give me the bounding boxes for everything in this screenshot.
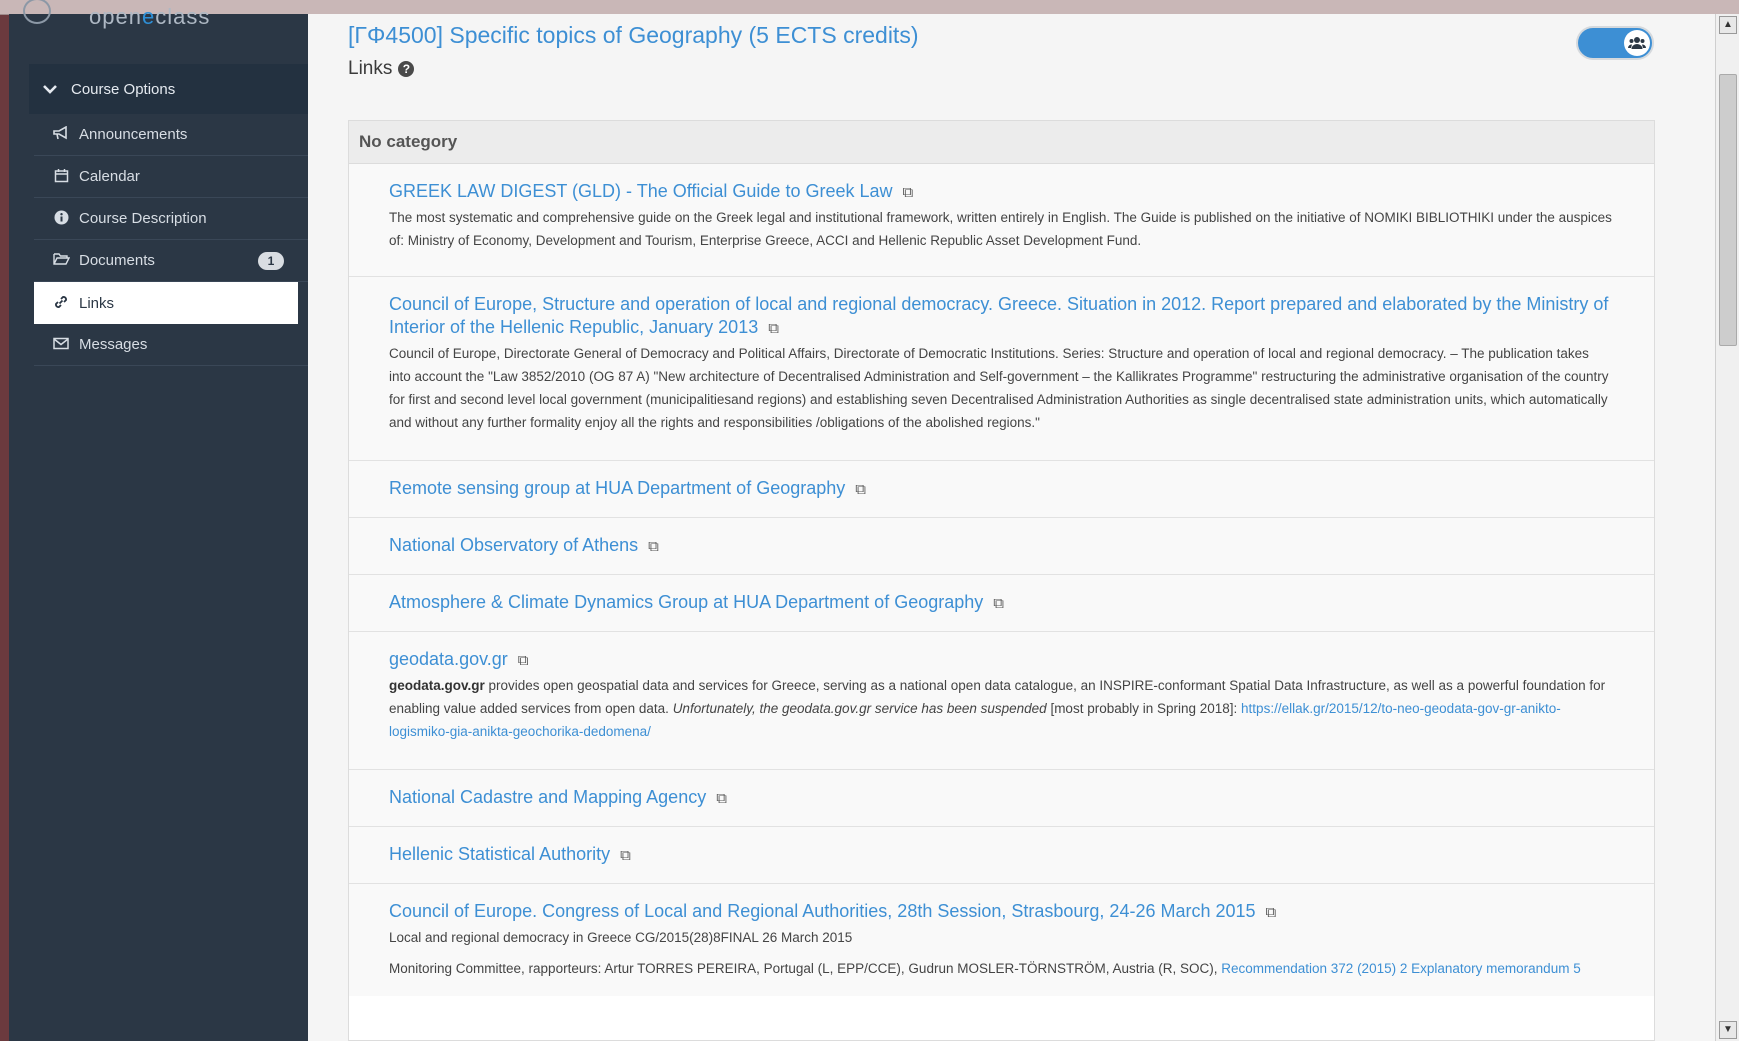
sidebar-item-label: Course Description bbox=[79, 210, 207, 227]
view-toggle-switch[interactable] bbox=[1576, 26, 1654, 60]
link-item: Hellenic Statistical Authority ⧉ bbox=[349, 827, 1654, 884]
external-link-icon[interactable]: ⧉ bbox=[768, 317, 779, 340]
app-window: openeclass Course Options Announcements … bbox=[9, 0, 1715, 1041]
link-title[interactable]: GREEK LAW DIGEST (GLD) - The Official Gu… bbox=[389, 180, 1614, 204]
links-panel: No category GREEK LAW DIGEST (GLD) - The… bbox=[348, 120, 1655, 1041]
chevron-down-icon bbox=[43, 81, 57, 97]
external-link-icon[interactable]: ⧉ bbox=[716, 787, 727, 810]
sidebar-item-label: Links bbox=[79, 294, 115, 312]
page-subtitle: Links ? bbox=[348, 58, 415, 80]
logo-text-open: open bbox=[89, 4, 142, 29]
link-title[interactable]: Council of Europe. Congress of Local and… bbox=[389, 900, 1614, 924]
link-title[interactable]: National Cadastre and Mapping Agency ⧉ bbox=[389, 786, 1614, 810]
link-description: Council of Europe, Directorate General o… bbox=[389, 346, 1609, 430]
link-title[interactable]: geodata.gov.gr ⧉ bbox=[389, 648, 1614, 672]
link-item: Atmosphere & Climate Dynamics Group at H… bbox=[349, 575, 1654, 632]
recommendation-link[interactable]: Recommendation 372 (2015) 2 bbox=[1221, 961, 1407, 976]
sidebar-item-messages[interactable]: Messages bbox=[34, 324, 308, 366]
external-link-icon[interactable]: ⧉ bbox=[993, 592, 1004, 615]
external-link-icon[interactable]: ⧉ bbox=[648, 535, 659, 558]
sidebar-item-calendar[interactable]: Calendar bbox=[34, 156, 308, 198]
scroll-up-arrow-icon[interactable]: ▲ bbox=[1719, 16, 1737, 34]
explanatory-memorandum-link[interactable]: Explanatory memorandum 5 bbox=[1411, 961, 1581, 976]
external-link-icon[interactable]: ⧉ bbox=[620, 844, 631, 867]
link-title[interactable]: National Observatory of Athens ⧉ bbox=[389, 534, 1614, 558]
folder-icon bbox=[53, 252, 71, 269]
page-subtitle-text: Links bbox=[348, 58, 393, 79]
category-header: No category bbox=[349, 121, 1654, 164]
external-link-icon[interactable]: ⧉ bbox=[1266, 901, 1277, 924]
sidebar-item-label: Calendar bbox=[79, 168, 140, 185]
link-description: geodata.gov.gr provides open geospatial … bbox=[389, 678, 1606, 739]
info-icon bbox=[53, 210, 69, 228]
main-content: [ΓΦ4500] Specific topics of Geography (5… bbox=[308, 14, 1708, 1041]
course-options-label: Course Options bbox=[71, 80, 176, 98]
link-item: Council of Europe. Congress of Local and… bbox=[349, 884, 1654, 996]
logo-mark-icon bbox=[23, 0, 51, 24]
link-title[interactable]: Council of Europe, Structure and operati… bbox=[389, 293, 1614, 340]
link-title[interactable]: Hellenic Statistical Authority ⧉ bbox=[389, 843, 1614, 867]
calendar-icon bbox=[53, 168, 69, 186]
logo-text-dot: e bbox=[141, 4, 156, 29]
logo-text-class: class bbox=[155, 4, 211, 29]
link-title[interactable]: Remote sensing group at HUA Department o… bbox=[389, 477, 1614, 501]
sidebar-item-documents[interactable]: Documents 1 bbox=[34, 240, 308, 282]
sidebar-item-course-description[interactable]: Course Description bbox=[34, 198, 308, 240]
sidebar-item-label: Messages bbox=[79, 336, 148, 353]
link-item: GREEK LAW DIGEST (GLD) - The Official Gu… bbox=[349, 164, 1654, 277]
link-item: Remote sensing group at HUA Department o… bbox=[349, 461, 1654, 518]
link-item: geodata.gov.gr ⧉ geodata.gov.gr provides … bbox=[349, 632, 1654, 770]
link-description: The most systematic and comprehensive gu… bbox=[389, 210, 1612, 248]
course-options-toggle[interactable]: Course Options bbox=[29, 64, 308, 114]
help-icon[interactable]: ? bbox=[398, 61, 415, 77]
page-scrollbar[interactable]: ▲ ▼ bbox=[1715, 14, 1739, 1041]
link-title[interactable]: Atmosphere & Climate Dynamics Group at H… bbox=[389, 591, 1614, 615]
external-link-icon[interactable]: ⧉ bbox=[518, 649, 529, 672]
sidebar-item-label: Documents bbox=[79, 252, 155, 269]
sidebar-item-label: Announcements bbox=[79, 126, 188, 143]
course-title-link[interactable]: [ΓΦ4500] Specific topics of Geography (5… bbox=[348, 22, 919, 49]
external-link-icon[interactable]: ⧉ bbox=[855, 478, 866, 501]
link-description: Monitoring Committee, rapporteurs: Artur… bbox=[389, 961, 1581, 976]
link-icon bbox=[53, 294, 69, 313]
course-menu: Announcements Calendar Course Descriptio… bbox=[34, 114, 308, 366]
sidebar: openeclass Course Options Announcements … bbox=[9, 0, 308, 1041]
documents-count-badge: 1 bbox=[258, 252, 284, 270]
sidebar-item-announcements[interactable]: Announcements bbox=[34, 114, 308, 156]
link-item: National Cadastre and Mapping Agency ⧉ bbox=[349, 770, 1654, 827]
scroll-down-arrow-icon[interactable]: ▼ bbox=[1719, 1021, 1737, 1039]
users-icon bbox=[1624, 30, 1650, 56]
link-description: Local and regional democracy in Greece C… bbox=[389, 930, 853, 945]
link-item: National Observatory of Athens ⧉ bbox=[349, 518, 1654, 575]
browser-top-strip bbox=[0, 0, 1739, 15]
bullhorn-icon bbox=[53, 125, 69, 143]
scrollbar-thumb[interactable] bbox=[1719, 74, 1737, 346]
link-item: Council of Europe, Structure and operati… bbox=[349, 277, 1654, 461]
envelope-icon bbox=[53, 337, 69, 353]
external-link-icon[interactable]: ⧉ bbox=[903, 181, 914, 204]
logo[interactable]: openeclass bbox=[89, 4, 210, 30]
sidebar-item-links[interactable]: Links bbox=[34, 282, 298, 324]
